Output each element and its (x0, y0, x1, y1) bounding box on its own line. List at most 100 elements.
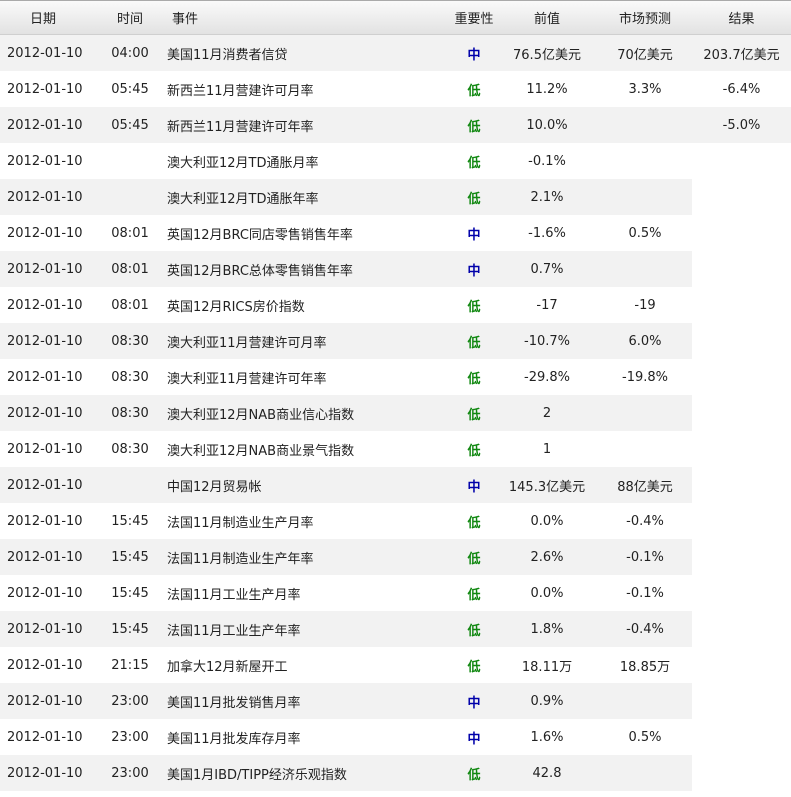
cell-forecast (598, 179, 692, 215)
header-result[interactable]: 结果 (692, 1, 791, 34)
cell-previous: -10.7% (524, 333, 570, 349)
cell-date: 2012-01-10 (7, 225, 83, 241)
cell-date: 2012-01-10 (7, 189, 83, 205)
cell-importance: 低 (467, 551, 481, 567)
table-row[interactable]: 2012-01-10 中国12月贸易帐 中 145.3亿美元 88亿美元 (0, 467, 791, 503)
table-row[interactable]: 2012-01-10 23:00 美国11月批发库存月率 中 1.6% 0.5% (0, 719, 791, 755)
cell-result (692, 755, 791, 791)
cell-result (692, 503, 791, 539)
cell-date: 2012-01-10 (7, 81, 83, 97)
cell-result (692, 395, 791, 431)
cell-forecast: 6.0% (628, 333, 662, 349)
cell-time: 08:01 (111, 297, 149, 313)
cell-forecast: 0.5% (628, 225, 662, 241)
cell-result (692, 719, 791, 755)
table-row[interactable]: 2012-01-10 15:45 法国11月制造业生产月率 低 0.0% -0.4% (0, 503, 791, 539)
table-row[interactable]: 2012-01-10 23:00 美国1月IBD/TIPP经济乐观指数 低 42.8 (0, 755, 791, 791)
cell-date: 2012-01-10 (7, 585, 83, 601)
table-row[interactable]: 2012-01-10 15:45 法国11月工业生产月率 低 0.0% -0.1% (0, 575, 791, 611)
cell-importance: 中 (467, 227, 481, 243)
cell-result (692, 143, 791, 179)
cell-time: 05:45 (111, 117, 149, 133)
table-row[interactable]: 2012-01-10 08:30 澳大利亚11月营建许可年率 低 -29.8% -19.8… (0, 359, 791, 395)
cell-previous: -17 (536, 297, 558, 313)
cell-date: 2012-01-10 (7, 441, 83, 457)
cell-event: 澳大利亚12月TD通胀年率 (167, 191, 319, 207)
table-row[interactable]: 2012-01-10 澳大利亚12月TD通胀年率 低 2.1% (0, 179, 791, 215)
header-event[interactable]: 事件 (160, 1, 452, 34)
header-importance[interactable]: 重要性 (452, 1, 496, 34)
table-row[interactable]: 2012-01-10 21:15 加拿大12月新屋开工 低 18.11万 18.85万 (0, 647, 791, 683)
cell-importance: 低 (467, 443, 481, 459)
cell-result (692, 251, 791, 287)
table-row[interactable]: 2012-01-10 23:00 美国11月批发销售月率 中 0.9% (0, 683, 791, 719)
table-row[interactable]: 2012-01-10 08:30 澳大利亚12月NAB商业信心指数 低 2 (0, 395, 791, 431)
cell-previous: 2 (542, 405, 552, 421)
header-date[interactable]: 日期 (0, 1, 100, 34)
cell-event: 美国11月批发销售月率 (167, 695, 301, 711)
cell-importance: 低 (467, 623, 481, 639)
table-row[interactable]: 2012-01-10 15:45 法国11月工业生产年率 低 1.8% -0.4% (0, 611, 791, 647)
cell-result (692, 323, 791, 359)
cell-result (692, 431, 791, 467)
cell-date: 2012-01-10 (7, 45, 83, 61)
cell-event: 法国11月制造业生产月率 (167, 515, 314, 531)
cell-time: 21:15 (111, 657, 149, 673)
cell-result (692, 683, 791, 719)
cell-forecast (598, 143, 692, 179)
cell-event: 美国11月批发库存月率 (167, 731, 301, 747)
cell-previous: 1 (542, 441, 552, 457)
cell-result (692, 467, 791, 503)
cell-importance: 中 (467, 731, 481, 747)
cell-forecast (598, 107, 692, 143)
table-row[interactable]: 2012-01-10 05:45 新西兰11月营建许可月率 低 11.2% 3.3% -6.… (0, 71, 791, 107)
cell-previous: -0.1% (528, 153, 566, 169)
table-row[interactable]: 2012-01-10 08:01 英国12月BRC同店零售销售年率 中 -1.6% 0.5… (0, 215, 791, 251)
cell-event: 英国12月BRC总体零售销售年率 (167, 263, 353, 279)
cell-time: 23:00 (111, 693, 149, 709)
cell-date: 2012-01-10 (7, 729, 83, 745)
cell-date: 2012-01-10 (7, 405, 83, 421)
cell-result: -6.4% (722, 81, 761, 97)
cell-previous: -29.8% (524, 369, 570, 385)
cell-result (692, 287, 791, 323)
cell-forecast: -0.1% (626, 585, 664, 601)
header-time[interactable]: 时间 (100, 1, 160, 34)
table-row[interactable]: 2012-01-10 04:00 美国11月消费者信贷 中 76.5亿美元 70亿美元 20… (0, 35, 791, 71)
cell-previous: 18.11万 (521, 659, 573, 675)
header-forecast[interactable]: 市场预测 (598, 1, 692, 34)
cell-previous: 2.1% (530, 189, 564, 205)
cell-result (692, 215, 791, 251)
cell-previous: -1.6% (528, 225, 566, 241)
cell-forecast: 18.85万 (619, 659, 671, 675)
cell-date: 2012-01-10 (7, 261, 83, 277)
cell-time: 15:45 (111, 513, 149, 529)
table-row[interactable]: 2012-01-10 08:01 英国12月BRC总体零售销售年率 中 0.7% (0, 251, 791, 287)
cell-forecast: -19 (634, 297, 656, 313)
cell-previous: 0.9% (530, 693, 564, 709)
cell-date: 2012-01-10 (7, 153, 83, 169)
cell-time: 08:30 (111, 405, 149, 421)
header-previous[interactable]: 前值 (496, 1, 598, 34)
cell-result (692, 575, 791, 611)
cell-forecast (598, 683, 692, 719)
cell-importance: 低 (467, 587, 481, 603)
table-body: 2012-01-10 04:00 美国11月消费者信贷中 76.5亿美元 70亿美元 20… (0, 35, 791, 791)
table-row[interactable]: 2012-01-10 15:45 法国11月制造业生产年率 低 2.6% -0.1% (0, 539, 791, 575)
table-row[interactable]: 2012-01-10 05:45 新西兰11月营建许可年率 低 10.0% -5.0% (0, 107, 791, 143)
cell-result (692, 539, 791, 575)
cell-event: 美国1月IBD/TIPP经济乐观指数 (167, 767, 347, 783)
cell-forecast (598, 755, 692, 791)
cell-previous: 0.7% (530, 261, 564, 277)
cell-forecast: 70亿美元 (617, 47, 673, 63)
table-row[interactable]: 2012-01-10 08:30 澳大利亚12月NAB商业景气指数 低 1 (0, 431, 791, 467)
cell-importance: 中 (467, 47, 481, 63)
table-row[interactable]: 2012-01-10 澳大利亚12月TD通胀月率 低 -0.1% (0, 143, 791, 179)
cell-forecast: -0.1% (626, 549, 664, 565)
cell-date: 2012-01-10 (7, 117, 83, 133)
cell-event: 法国11月工业生产年率 (167, 623, 301, 639)
table-row[interactable]: 2012-01-10 08:01 英国12月RICS房价指数 低 -17 -19 (0, 287, 791, 323)
cell-time: 08:01 (111, 225, 149, 241)
table-row[interactable]: 2012-01-10 08:30 澳大利亚11月营建许可月率 低 -10.7% 6.0% (0, 323, 791, 359)
cell-time: 08:30 (111, 369, 149, 385)
